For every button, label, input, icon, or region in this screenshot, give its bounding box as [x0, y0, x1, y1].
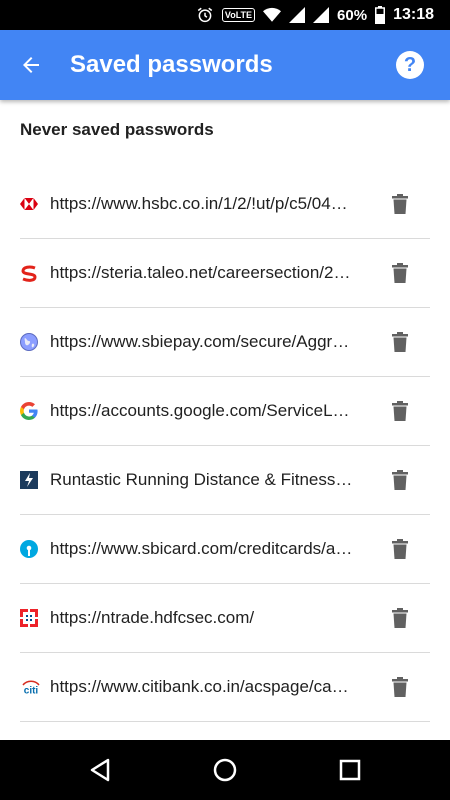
- nav-back-button[interactable]: [84, 754, 116, 786]
- globe-favicon-icon: [20, 333, 38, 351]
- back-button[interactable]: [14, 48, 48, 82]
- list-item[interactable]: https://ntrade.hdfcsec.com/: [20, 584, 430, 653]
- sbi-favicon-icon: [20, 540, 38, 558]
- status-bar: VoLTE 60% 13:18: [0, 0, 450, 30]
- volte-badge: VoLTE: [221, 8, 256, 22]
- hdfc-favicon-icon: [20, 609, 38, 627]
- never-saved-list: https://www.hsbc.co.in/1/2/!ut/p/c5/04_S…: [20, 170, 430, 722]
- app-bar: Saved passwords ?: [0, 30, 450, 100]
- navigation-bar: [0, 740, 450, 800]
- list-item-url: https://www.hsbc.co.in/1/2/!ut/p/c5/04_S…: [50, 194, 354, 213]
- trash-icon: [392, 608, 408, 628]
- trash-icon: [392, 263, 408, 283]
- signal-icon-2: [313, 7, 330, 23]
- nav-home-button[interactable]: [209, 754, 241, 786]
- list-item-url: https://steria.taleo.net/careersection/2…: [50, 263, 354, 282]
- delete-button[interactable]: [388, 537, 412, 561]
- status-icons: VoLTE 60% 13:18: [196, 0, 434, 30]
- delete-button[interactable]: [388, 675, 412, 699]
- list-item[interactable]: citi https://www.citibank.co.in/acspage/…: [20, 653, 430, 722]
- battery-icon: [375, 6, 386, 24]
- list-item[interactable]: Runtastic Running Distance & Fitness Tra…: [20, 446, 430, 515]
- list-item-url: https://www.sbiepay.com/secure/Aggregato…: [50, 332, 354, 351]
- trash-icon: [392, 470, 408, 490]
- google-favicon-icon: [20, 402, 38, 420]
- trash-icon: [392, 332, 408, 352]
- list-item-url: Runtastic Running Distance & Fitness Tra…: [50, 470, 354, 489]
- nav-home-icon: [213, 758, 237, 782]
- back-arrow-icon: [23, 57, 39, 73]
- help-button[interactable]: ?: [396, 51, 424, 79]
- hsbc-favicon-icon: [20, 195, 38, 213]
- list-item-url: https://www.sbicard.com/creditcards/app/…: [50, 539, 354, 558]
- runtastic-favicon-icon: [20, 471, 38, 489]
- citi-logo-text: citi: [24, 686, 39, 695]
- delete-button[interactable]: [388, 330, 412, 354]
- help-icon: ?: [403, 53, 417, 76]
- delete-button[interactable]: [388, 192, 412, 216]
- alarm-icon: [196, 6, 214, 24]
- list-item[interactable]: https://www.sbicard.com/creditcards/app/…: [20, 515, 430, 584]
- signal-icon: [289, 7, 306, 23]
- nav-back-icon: [90, 758, 110, 782]
- delete-button[interactable]: [388, 606, 412, 630]
- delete-button[interactable]: [388, 261, 412, 285]
- list-item[interactable]: https://accounts.google.com/ServiceLogin: [20, 377, 430, 446]
- list-item-url: https://accounts.google.com/ServiceLogin: [50, 401, 354, 420]
- trash-icon: [392, 194, 408, 214]
- trash-icon: [392, 677, 408, 697]
- nav-recents-button[interactable]: [334, 754, 366, 786]
- delete-button[interactable]: [388, 399, 412, 423]
- steria-favicon-icon: [20, 264, 38, 282]
- trash-icon: [392, 401, 408, 421]
- list-item-url: https://ntrade.hdfcsec.com/: [50, 608, 255, 627]
- wifi-icon: [263, 7, 282, 23]
- list-item-url: https://www.citibank.co.in/acspage/carda…: [50, 677, 354, 696]
- delete-button[interactable]: [388, 468, 412, 492]
- section-header: Never saved passwords: [20, 120, 214, 139]
- clock: 13:18: [393, 6, 434, 23]
- nav-recents-icon: [339, 759, 361, 781]
- trash-icon: [392, 539, 408, 559]
- list-item[interactable]: https://steria.taleo.net/careersection/2…: [20, 239, 430, 308]
- list-item[interactable]: https://www.hsbc.co.in/1/2/!ut/p/c5/04_S…: [20, 170, 430, 239]
- battery-percent: 60%: [337, 6, 368, 24]
- list-item[interactable]: https://www.sbiepay.com/secure/Aggregato…: [20, 308, 430, 377]
- citi-favicon-icon: citi: [20, 678, 42, 696]
- page-title: Saved passwords: [70, 51, 273, 78]
